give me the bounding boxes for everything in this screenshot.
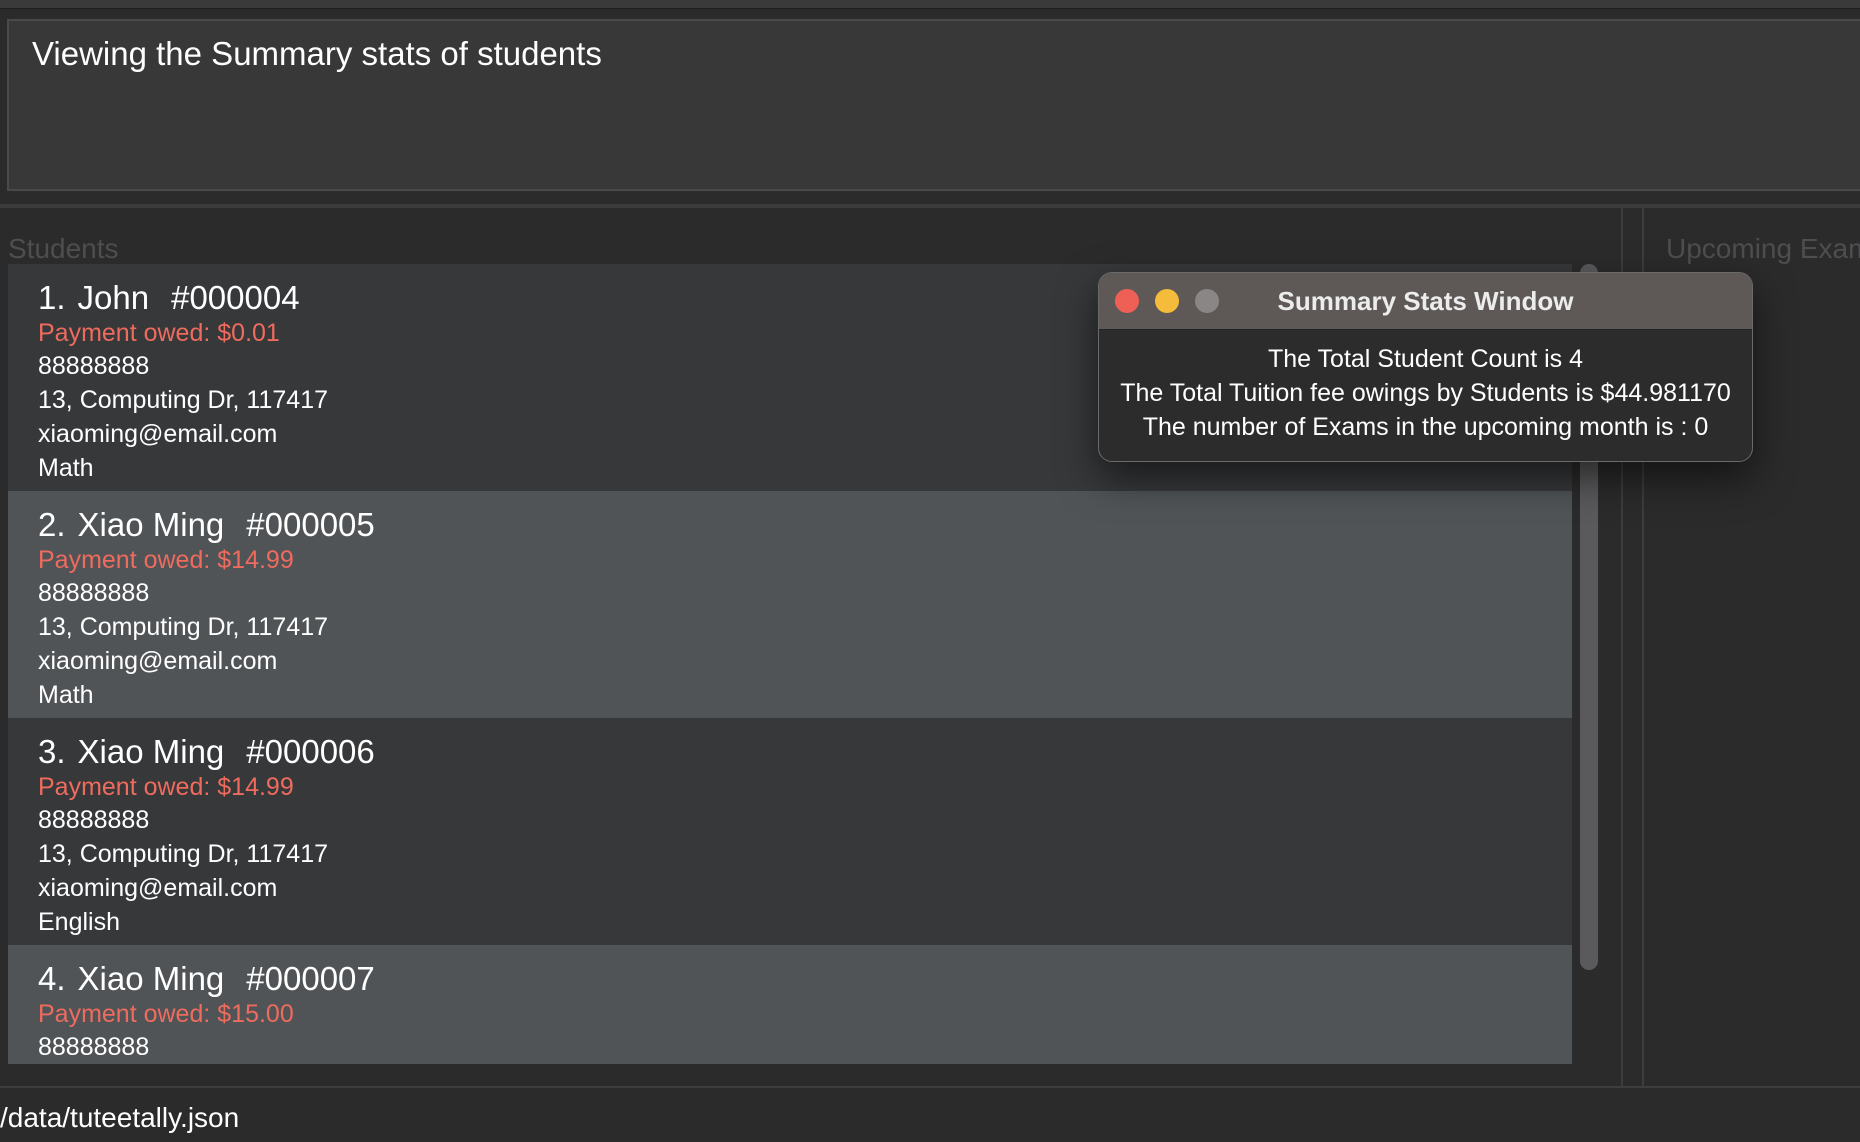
student-phone: 88888888 (38, 579, 150, 607)
student-index: 4. (38, 960, 66, 997)
student-name: John (77, 279, 150, 316)
window-title: Summary Stats Window (1277, 286, 1574, 316)
data-file-path: /data/tuteetally.json (0, 1102, 240, 1133)
summary-stats-content: The Total Student Count is 4 The Total T… (1099, 330, 1752, 444)
student-index: 2. (38, 506, 66, 543)
student-address: 13, Computing Dr, 117417 (38, 840, 329, 868)
student-email: xiaoming@email.com (38, 647, 278, 675)
student-payment-owed: Payment owed: $15.00 (38, 1000, 294, 1028)
upcoming-exam-count: The number of Exams in the upcoming mont… (1142, 413, 1709, 441)
result-message: Viewing the Summary stats of students (32, 35, 602, 72)
student-card-title: 4. Xiao Ming #000007 (38, 960, 1572, 998)
student-card[interactable]: 2. Xiao Ming #000005 Payment owed: $14.99 … (8, 491, 1572, 718)
student-payment-owed: Payment owed: $14.99 (38, 546, 294, 574)
window-titlebar[interactable]: Summary Stats Window (1099, 273, 1752, 330)
student-name: Xiao Ming (77, 733, 225, 770)
status-bar: /data/tuteetally.json (0, 1086, 1860, 1142)
student-phone: 88888888 (38, 1033, 150, 1061)
total-tuition-owed: The Total Tuition fee owings by Students… (1120, 379, 1731, 407)
student-subject: English (38, 908, 120, 936)
top-strip (0, 0, 1860, 9)
student-index: 1. (38, 279, 66, 316)
student-card[interactable]: 3. Xiao Ming #000006 Payment owed: $14.99 … (8, 718, 1572, 945)
student-phone: 88888888 (38, 806, 150, 834)
student-card-title: 3. Xiao Ming #000006 (38, 733, 1572, 771)
student-id: #000007 (246, 960, 375, 997)
student-email: xiaoming@email.com (38, 874, 278, 902)
student-card-title: 2. Xiao Ming #000005 (38, 506, 1572, 544)
student-index: 3. (38, 733, 66, 770)
student-id: #000006 (246, 733, 375, 770)
student-id: #000004 (171, 279, 300, 316)
student-list-heading: Students (8, 233, 119, 264)
summary-stats-window[interactable]: Summary Stats Window The Total Student C… (1098, 272, 1753, 462)
student-id: #000005 (246, 506, 375, 543)
total-student-count: The Total Student Count is 4 (1267, 345, 1583, 373)
student-name: Xiao Ming (77, 960, 225, 997)
result-display: Viewing the Summary stats of students (7, 19, 1860, 191)
student-payment-owed: Payment owed: $14.99 (38, 773, 294, 801)
student-address: 13, Computing Dr, 117417 (38, 613, 329, 641)
student-card[interactable]: 4. Xiao Ming #000007 Payment owed: $15.00 … (8, 945, 1572, 1064)
student-subject: Math (38, 681, 94, 709)
student-name: Xiao Ming (77, 506, 225, 543)
exam-list-heading: Upcoming Exam (1666, 233, 1860, 264)
